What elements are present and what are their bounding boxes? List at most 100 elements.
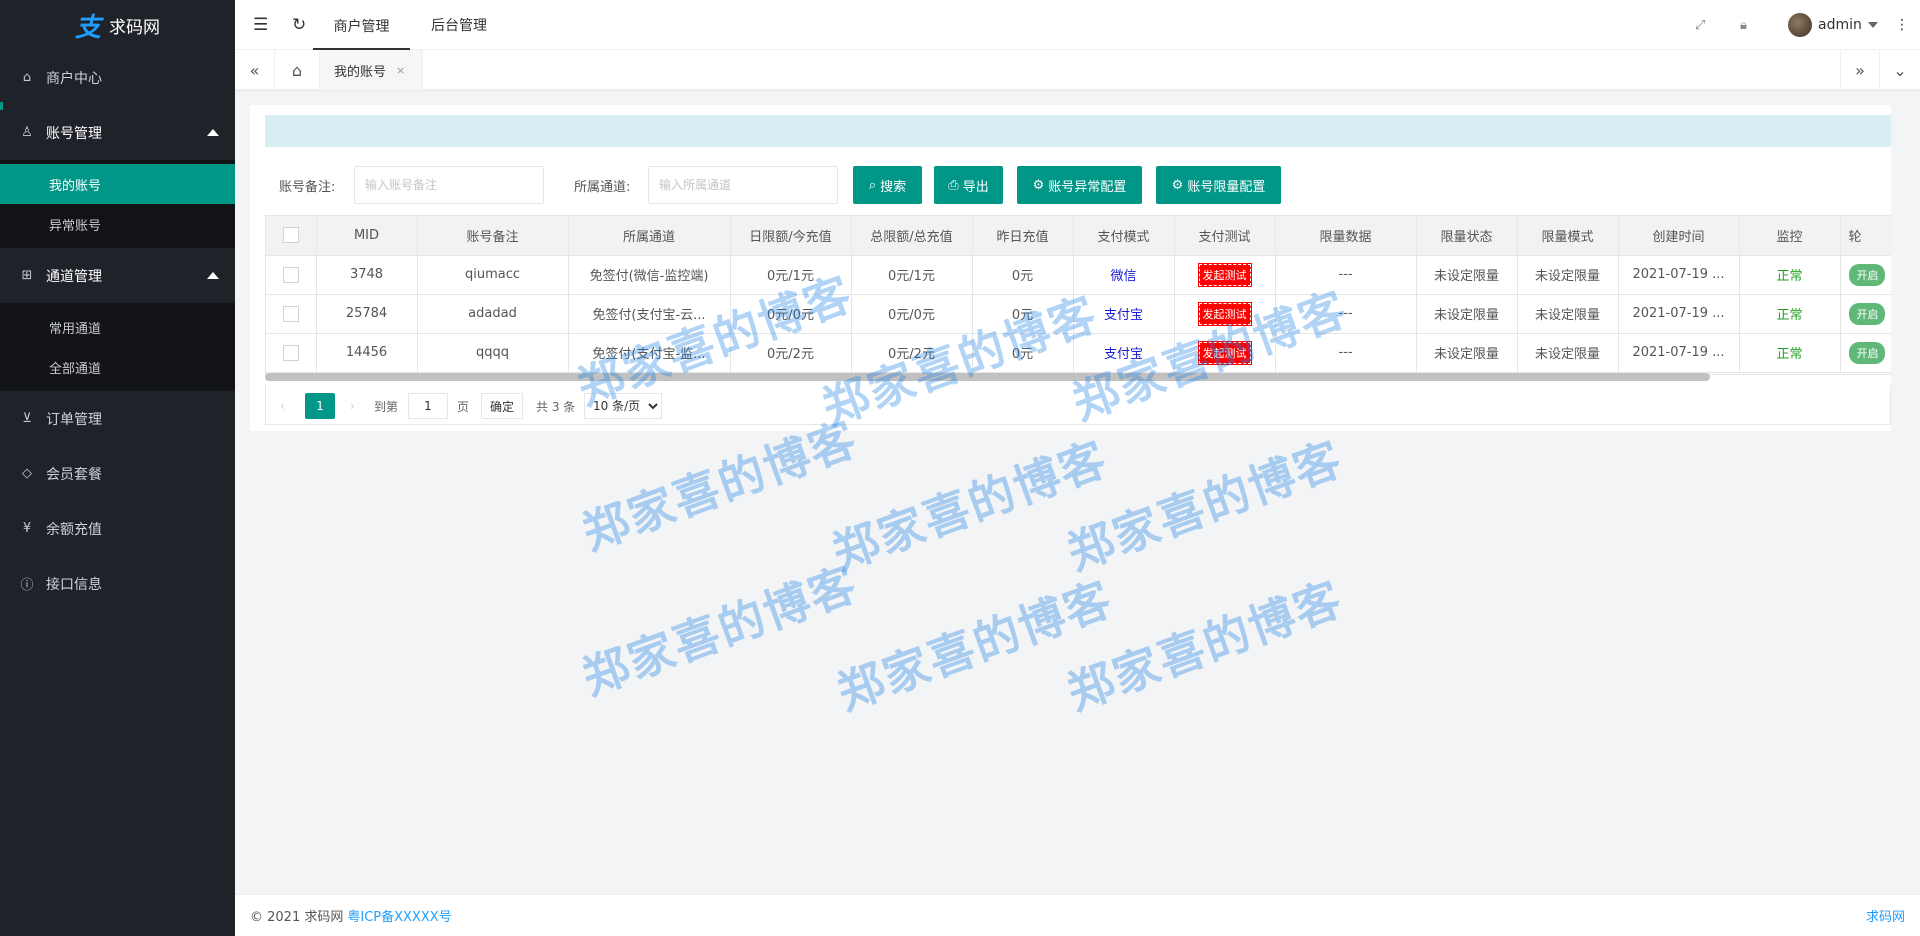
- column-header[interactable]: 监控: [1739, 216, 1841, 256]
- sidebar-item-orders[interactable]: ⊻ 订单管理: [0, 391, 235, 446]
- tab-my-account[interactable]: 我的账号 ×: [320, 50, 423, 90]
- cell-yesterday: 0元: [972, 255, 1074, 295]
- sidebar-item-abnormal-account[interactable]: 异常账号: [0, 204, 235, 244]
- account-table: MID 账号备注 所属通道 日限额/今充值 总限额/总充值 昨日充值 支付模式 …: [265, 215, 1891, 375]
- column-header[interactable]: 限量模式: [1517, 216, 1619, 256]
- row-select-cell[interactable]: [266, 333, 317, 373]
- column-header[interactable]: 账号备注: [417, 216, 569, 256]
- scroll-right-icon[interactable]: »: [1840, 50, 1880, 90]
- main-card: 账号备注: 所属通道: ⌕ 搜索 ⎙ 导出 ⚙ 账号异常配置 ⚙ 账号限量配置: [250, 105, 1891, 431]
- tab-merchant-management[interactable]: 商户管理: [313, 0, 410, 50]
- test-payment-button[interactable]: 发起测试: [1197, 301, 1252, 326]
- footer-brand-link[interactable]: 求码网: [1866, 906, 1905, 925]
- sidebar-item-api-info[interactable]: ⓘ 接口信息: [0, 556, 235, 611]
- cell-total: 0元/0元: [851, 294, 973, 334]
- pay-mode-text: 支付宝: [1103, 308, 1143, 323]
- column-header[interactable]: 创建时间: [1618, 216, 1740, 256]
- sidebar-item-common-channel[interactable]: 常用通道: [0, 307, 235, 347]
- cell-limit-mode: 未设定限量: [1517, 333, 1619, 373]
- page-size-select[interactable]: 10 条/页: [584, 393, 662, 419]
- rotate-toggle[interactable]: 开启: [1848, 302, 1885, 325]
- channel-label: 所属通道:: [574, 179, 631, 195]
- cell-limit-status: 未设定限量: [1416, 255, 1518, 295]
- channel-input[interactable]: [648, 166, 838, 204]
- row-checkbox[interactable]: [282, 344, 299, 361]
- column-header[interactable]: 日限额/今充值: [730, 216, 852, 256]
- column-header[interactable]: 昨日充值: [972, 216, 1074, 256]
- row-select-cell[interactable]: [266, 294, 317, 334]
- copyright-text: © 2021 求码网: [250, 910, 344, 925]
- more-vertical-icon[interactable]: ⋮: [1895, 0, 1909, 50]
- column-header[interactable]: 限量状态: [1416, 216, 1518, 256]
- chevron-down-icon: [1867, 22, 1878, 28]
- row-checkbox[interactable]: [282, 305, 299, 322]
- row-select-cell[interactable]: [266, 255, 317, 295]
- sidebar-item-membership[interactable]: ◇ 会员套餐: [0, 446, 235, 501]
- goto-label: 到第: [374, 399, 399, 414]
- abnormal-config-button[interactable]: ⚙ 账号异常配置: [1017, 166, 1142, 204]
- submenu-account: 我的账号 异常账号: [0, 160, 235, 248]
- home-tab-icon[interactable]: ⌂: [275, 50, 320, 90]
- goto-page-input[interactable]: [408, 393, 448, 419]
- horizontal-scrollbar[interactable]: [265, 373, 1710, 381]
- chevron-down-icon[interactable]: ⌄: [1880, 50, 1920, 90]
- sidebar-item-recharge[interactable]: ¥ 余额充值: [0, 501, 235, 556]
- export-button[interactable]: ⎙ 导出: [934, 166, 1003, 204]
- app-logo[interactable]: 支 求码网: [0, 0, 235, 50]
- search-button[interactable]: ⌕ 搜索: [853, 166, 922, 204]
- goto-confirm-button[interactable]: 确定: [481, 393, 524, 419]
- cell-pay-test: 发起测试: [1174, 255, 1276, 295]
- cell-channel: 免签付(支付宝-监...: [568, 333, 731, 373]
- fullscreen-icon[interactable]: ⤢: [1695, 0, 1705, 50]
- watermark-text: 郑家喜的博客: [575, 556, 865, 706]
- menu-collapse-icon[interactable]: ☰: [253, 0, 268, 50]
- cell-total: 0元/1元: [851, 255, 973, 295]
- prev-page-icon[interactable]: ‹: [280, 393, 285, 419]
- column-header[interactable]: 所属通道: [568, 216, 731, 256]
- sidebar-item-all-channels[interactable]: 全部通道: [0, 347, 235, 387]
- refresh-icon[interactable]: ↻: [292, 0, 306, 50]
- test-payment-button[interactable]: 发起测试: [1197, 340, 1252, 365]
- page-button-current[interactable]: 1: [305, 393, 335, 419]
- cell-yesterday: 0元: [972, 294, 1074, 334]
- sidebar-item-account-management[interactable]: ♙ 账号管理: [0, 105, 235, 160]
- status-badge: 正常: [1776, 308, 1803, 323]
- cell-monitor: 正常: [1739, 255, 1841, 295]
- pay-mode-text: 微信: [1110, 269, 1137, 284]
- rotate-toggle[interactable]: 开启: [1848, 263, 1885, 286]
- column-header[interactable]: 总限额/总充值: [851, 216, 973, 256]
- column-header[interactable]: 限量数据: [1275, 216, 1417, 256]
- row-checkbox[interactable]: [282, 266, 299, 283]
- icp-link[interactable]: 粤ICP备XXXXX号: [347, 906, 451, 925]
- next-page-icon[interactable]: ›: [350, 393, 355, 419]
- table-header-row: MID 账号备注 所属通道 日限额/今充值 总限额/总充值 昨日充值 支付模式 …: [266, 216, 1891, 256]
- sidebar-item-channel-management[interactable]: ⊞ 通道管理: [0, 248, 235, 303]
- column-header[interactable]: 支付测试: [1174, 216, 1276, 256]
- rotate-toggle[interactable]: 开启: [1848, 341, 1885, 364]
- watermark-text: 郑家喜的博客: [1060, 571, 1350, 721]
- sidebar: 支 求码网 ⌂ 商户中心 ♙ 账号管理 我的账号 异常账号 ⊞ 通道管理 常用通…: [0, 0, 235, 936]
- cell-channel: 免签付(微信-监控端): [568, 255, 731, 295]
- column-header[interactable]: MID: [316, 216, 418, 256]
- logo-icon: 支: [74, 12, 101, 43]
- user-menu[interactable]: admin: [1788, 0, 1878, 50]
- tab-admin-management[interactable]: 后台管理: [431, 0, 487, 50]
- top-header: ☰ ↻ 商户管理 后台管理 ⤢ 🔒︎ admin ⋮: [235, 0, 1920, 50]
- cell-monitor: 正常: [1739, 333, 1841, 373]
- remark-input[interactable]: [354, 166, 544, 204]
- select-all-checkbox[interactable]: [282, 227, 299, 244]
- column-header[interactable]: 轮: [1840, 216, 1891, 256]
- scroll-left-icon[interactable]: «: [235, 50, 275, 90]
- select-all-cell[interactable]: [266, 216, 317, 256]
- diamond-icon: ◇: [22, 466, 32, 481]
- close-icon[interactable]: ×: [396, 64, 405, 77]
- submenu-channel: 常用通道 全部通道: [0, 303, 235, 391]
- test-payment-button[interactable]: 发起测试: [1197, 262, 1252, 287]
- channel-icon: ⊞: [21, 268, 33, 283]
- sidebar-item-my-account[interactable]: 我的账号: [0, 164, 235, 204]
- column-header[interactable]: 支付模式: [1073, 216, 1175, 256]
- sidebar-item-merchant-center[interactable]: ⌂ 商户中心: [0, 50, 235, 110]
- limit-config-button[interactable]: ⚙ 账号限量配置: [1156, 166, 1281, 204]
- lock-icon[interactable]: 🔒︎: [1740, 0, 1747, 50]
- cell-limit-data: ---: [1275, 294, 1417, 334]
